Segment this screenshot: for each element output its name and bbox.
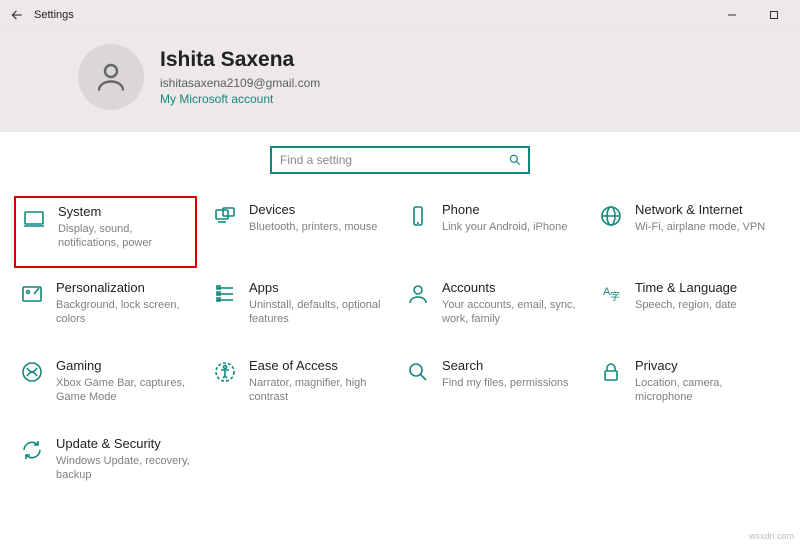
maximize-button[interactable] bbox=[760, 5, 788, 25]
search-icon bbox=[508, 153, 522, 167]
network-icon bbox=[597, 202, 625, 230]
apps-icon bbox=[211, 280, 239, 308]
tile-title: Search bbox=[442, 358, 569, 374]
user-email: ishitasaxena2109@gmail.com bbox=[160, 76, 320, 90]
avatar bbox=[78, 44, 144, 110]
tile-desc: Windows Update, recovery, backup bbox=[56, 454, 191, 482]
tile-title: Personalization bbox=[56, 280, 191, 296]
user-header: Ishita Saxena ishitasaxena2109@gmail.com… bbox=[0, 30, 800, 132]
tile-title: Apps bbox=[249, 280, 384, 296]
tile-title: System bbox=[58, 204, 189, 220]
tile-personalization[interactable]: Personalization Background, lock screen,… bbox=[14, 274, 197, 346]
tile-search[interactable]: Search Find my files, permissions bbox=[400, 352, 583, 424]
system-icon bbox=[20, 204, 48, 232]
tile-desc: Narrator, magnifier, high contrast bbox=[249, 376, 384, 404]
personalization-icon bbox=[18, 280, 46, 308]
tile-desc: Display, sound, notifications, power bbox=[58, 222, 189, 250]
tile-privacy[interactable]: Privacy Location, camera, microphone bbox=[593, 352, 776, 424]
tile-apps[interactable]: Apps Uninstall, defaults, optional featu… bbox=[207, 274, 390, 346]
tile-title: Privacy bbox=[635, 358, 770, 374]
categories-grid: System Display, sound, notifications, po… bbox=[0, 194, 800, 502]
tile-time-language[interactable]: A 字 Time & Language Speech, region, date bbox=[593, 274, 776, 346]
accounts-icon bbox=[404, 280, 432, 308]
user-text: Ishita Saxena ishitasaxena2109@gmail.com… bbox=[160, 48, 320, 106]
tile-desc: Uninstall, defaults, optional features bbox=[249, 298, 384, 326]
tile-title: Time & Language bbox=[635, 280, 737, 296]
update-security-icon bbox=[18, 436, 46, 464]
tile-desc: Find my files, permissions bbox=[442, 376, 569, 390]
window-title: Settings bbox=[34, 9, 74, 21]
tile-desc: Speech, region, date bbox=[635, 298, 737, 312]
search-box[interactable] bbox=[270, 146, 530, 174]
tile-title: Update & Security bbox=[56, 436, 191, 452]
tile-desc: Background, lock screen, colors bbox=[56, 298, 191, 326]
microsoft-account-link[interactable]: My Microsoft account bbox=[160, 92, 320, 106]
tile-ease-of-access[interactable]: Ease of Access Narrator, magnifier, high… bbox=[207, 352, 390, 424]
time-language-icon: A 字 bbox=[597, 280, 625, 308]
tile-desc: Your accounts, email, sync, work, family bbox=[442, 298, 577, 326]
tile-title: Ease of Access bbox=[249, 358, 384, 374]
tile-gaming[interactable]: Gaming Xbox Game Bar, captures, Game Mod… bbox=[14, 352, 197, 424]
window-controls bbox=[718, 5, 794, 25]
gaming-icon bbox=[18, 358, 46, 386]
search-tile-icon bbox=[404, 358, 432, 386]
back-button[interactable] bbox=[6, 4, 28, 26]
search-row bbox=[0, 132, 800, 194]
tile-desc: Bluetooth, printers, mouse bbox=[249, 220, 377, 234]
minimize-button[interactable] bbox=[718, 5, 746, 25]
tile-desc: Xbox Game Bar, captures, Game Mode bbox=[56, 376, 191, 404]
tile-accounts[interactable]: Accounts Your accounts, email, sync, wor… bbox=[400, 274, 583, 346]
tile-update-security[interactable]: Update & Security Windows Update, recove… bbox=[14, 430, 197, 502]
search-input[interactable] bbox=[280, 153, 508, 167]
tile-desc: Location, camera, microphone bbox=[635, 376, 770, 404]
tile-title: Phone bbox=[442, 202, 567, 218]
devices-icon bbox=[211, 202, 239, 230]
watermark: wsxdn.com bbox=[749, 531, 794, 541]
user-name: Ishita Saxena bbox=[160, 48, 320, 72]
tile-title: Network & Internet bbox=[635, 202, 765, 218]
ease-of-access-icon bbox=[211, 358, 239, 386]
svg-text:字: 字 bbox=[610, 290, 620, 303]
tile-network[interactable]: Network & Internet Wi-Fi, airplane mode,… bbox=[593, 196, 776, 268]
tile-desc: Link your Android, iPhone bbox=[442, 220, 567, 234]
tile-phone[interactable]: Phone Link your Android, iPhone bbox=[400, 196, 583, 268]
tile-desc: Wi-Fi, airplane mode, VPN bbox=[635, 220, 765, 234]
tile-devices[interactable]: Devices Bluetooth, printers, mouse bbox=[207, 196, 390, 268]
privacy-icon bbox=[597, 358, 625, 386]
phone-icon bbox=[404, 202, 432, 230]
tile-system[interactable]: System Display, sound, notifications, po… bbox=[14, 196, 197, 268]
titlebar: Settings bbox=[0, 0, 800, 30]
tile-title: Accounts bbox=[442, 280, 577, 296]
tile-title: Devices bbox=[249, 202, 377, 218]
tile-title: Gaming bbox=[56, 358, 191, 374]
